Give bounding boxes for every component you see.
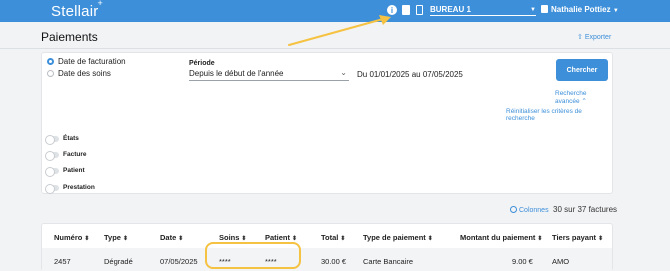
column-header-total[interactable]: Total ⬍	[321, 233, 345, 242]
column-header-payment-amount[interactable]: Montant du paiement ⬍	[460, 233, 542, 242]
period-label: Période	[189, 60, 215, 67]
advanced-search-link[interactable]: Recherche avancée ⌃	[555, 90, 612, 105]
filter-panel: Date de facturation Date des soins Pério…	[41, 52, 613, 194]
document-icon[interactable]	[400, 4, 412, 16]
chevron-up-icon: ⌃	[581, 98, 587, 105]
reset-criteria-link[interactable]: Réinitialiser les critères de recherche	[506, 108, 612, 122]
date-range-text: Du 01/01/2025 au 07/05/2025	[357, 70, 463, 79]
chevron-down-icon: ⌄	[340, 68, 347, 77]
payments-table: Numéro ⬍ Type ⬍ Date ⬍ Soins ⬍ Patient ⬍ Tota…	[41, 223, 613, 271]
sort-icon: ⬍	[178, 236, 184, 242]
chevron-down-icon: ▼	[530, 7, 536, 13]
toggle-invoice[interactable]: Facture	[45, 150, 86, 161]
column-header-patient[interactable]: Patient ⬍	[265, 233, 297, 242]
columns-button[interactable]: Colonnes	[510, 206, 549, 214]
sort-icon: ⬍	[340, 236, 346, 242]
office-select[interactable]: BUREAU 1 ▼	[430, 5, 536, 16]
sort-icon: ⬍	[427, 236, 433, 242]
toggle-states[interactable]: États	[45, 134, 79, 145]
toggle-patient[interactable]: Patient	[45, 166, 85, 177]
toggle-switch[interactable]	[45, 166, 59, 177]
toggle-service[interactable]: Prestation	[45, 183, 95, 194]
cell-third-party: AMO	[552, 257, 570, 266]
toggle-switch[interactable]	[45, 183, 59, 194]
upload-icon: ⇧	[577, 34, 583, 41]
export-button[interactable]: ⇧ Exporter	[577, 33, 611, 41]
result-count: 30 sur 37 factures	[553, 205, 618, 214]
sort-icon: ⬍	[84, 236, 90, 242]
radio-selected-icon	[47, 58, 54, 65]
column-header-type[interactable]: Type ⬍	[104, 233, 128, 242]
cell-number: 2457	[54, 257, 71, 266]
search-button[interactable]: Chercher	[556, 59, 608, 81]
cell-total: 30.00 €	[321, 257, 347, 266]
radio-icon	[47, 70, 54, 77]
cell-date: 07/05/2025	[160, 257, 198, 266]
user-icon	[541, 5, 548, 13]
column-header-date[interactable]: Date ⬍	[160, 233, 183, 242]
sort-icon: ⬍	[598, 236, 604, 242]
stellair-logo[interactable]: Stellair+	[51, 0, 104, 20]
period-select[interactable]: Depuis le début de l'année ⌄	[189, 68, 349, 81]
page-title: Paiements	[41, 30, 98, 44]
card-icon[interactable]	[413, 4, 425, 16]
annotation-arrow	[288, 15, 391, 46]
cell-payment-type: Carte Bancaire	[363, 257, 414, 266]
cell-type: Dégradé	[104, 257, 133, 266]
radio-care-date[interactable]: Date des soins	[47, 69, 111, 78]
sort-icon: ⬍	[537, 236, 543, 242]
column-header-third-party[interactable]: Tiers payant ⬍	[552, 233, 603, 242]
gear-icon	[510, 206, 517, 213]
chevron-down-icon: ▼	[612, 8, 619, 14]
user-menu[interactable]: Nathalie Pottiez ▼	[541, 5, 619, 14]
cell-payment-amount: 9.00 €	[512, 257, 533, 266]
toggle-switch[interactable]	[45, 150, 59, 161]
column-header-payment-type[interactable]: Type de paiement ⬍	[363, 233, 433, 242]
column-header-care[interactable]: Soins ⬍	[219, 233, 246, 242]
sort-icon: ⬍	[122, 236, 128, 242]
toggle-switch[interactable]	[45, 134, 59, 145]
radio-billing-date[interactable]: Date de facturation	[47, 57, 126, 66]
annotation-highlight	[205, 242, 301, 269]
column-header-number[interactable]: Numéro ⬍	[54, 233, 89, 242]
